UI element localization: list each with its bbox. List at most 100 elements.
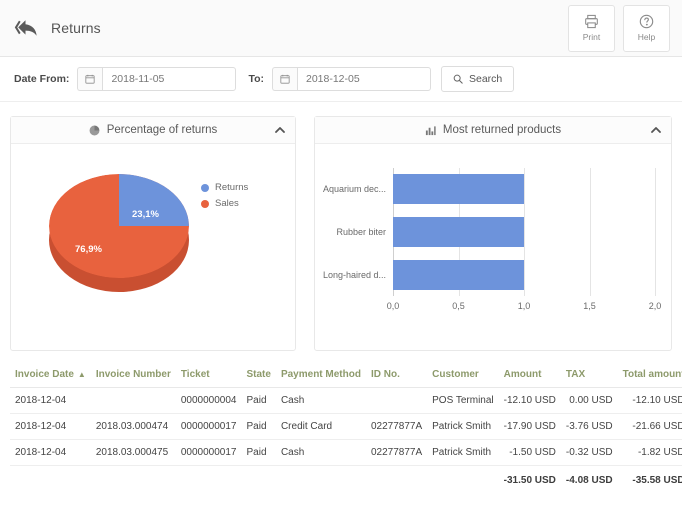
cell-customer[interactable]: Patrick Smith <box>427 439 499 466</box>
back-arrow-icon[interactable] <box>14 16 40 40</box>
cell-invoice-date: 2018-12-04 <box>10 439 91 466</box>
totals-spacer <box>242 466 276 494</box>
bar-panel-title: Most returned products <box>442 124 562 136</box>
date-from-label: Date From: <box>14 73 70 85</box>
pie-panel-title-group: Percentage of returns <box>89 124 217 136</box>
cell-amount: -17.90 USD <box>498 413 561 440</box>
bar-chart-tick-label: 0,5 <box>452 301 465 311</box>
cell-ticket: 0000000004 <box>175 387 242 414</box>
bar-chart-plot: Aquarium dec... Rubber biter Long-haired… <box>323 168 656 296</box>
pie-slice-label-returns: 23,1% <box>132 209 159 220</box>
bar-chart-icon <box>425 125 436 136</box>
cell-id-no: 02277877A <box>365 413 428 440</box>
col-state[interactable]: State <box>241 365 276 388</box>
date-from-input[interactable] <box>102 67 237 91</box>
cell-tax: -0.32 USD <box>560 439 618 466</box>
bar-panel-body: Aquarium dec... Rubber biter Long-haired… <box>315 144 671 350</box>
bar-chart: Aquarium dec... Rubber biter Long-haired… <box>315 144 671 350</box>
bar-chart-gridline <box>655 168 656 296</box>
bar-chart-series: Aquarium dec... Rubber biter Long-haired… <box>323 168 655 296</box>
legend-swatch-sales <box>201 199 209 208</box>
cell-invoice-number[interactable]: 2018.03.000475 <box>90 439 176 466</box>
totals-amount: -31.50 USD <box>503 475 556 486</box>
col-payment-method[interactable]: Payment Method <box>275 365 366 388</box>
calendar-icon[interactable] <box>271 67 297 91</box>
col-invoice-number[interactable]: Invoice Number <box>90 365 176 388</box>
col-total-amount[interactable]: Total amount <box>617 365 682 388</box>
bar-chart-x-axis: 0,0 0,5 1,0 1,5 2,0 <box>387 301 662 313</box>
col-id-no[interactable]: ID No. <box>365 365 428 388</box>
search-button[interactable]: Search <box>440 66 515 92</box>
totals-spacer <box>366 466 427 494</box>
help-button-label: Help <box>637 32 656 42</box>
back-navigation[interactable]: Returns <box>14 16 101 40</box>
chevron-up-icon[interactable] <box>650 124 662 136</box>
cell-amount: -1.50 USD <box>498 439 561 466</box>
pie-slice-label-sales: 76,9% <box>75 244 102 255</box>
filter-bar: Date From: To: <box>0 57 682 102</box>
table-totals-row: -31.50 USD -4.08 USD -35.58 USD <box>10 466 682 494</box>
bar-chart-tick-label: 0,0 <box>386 301 400 311</box>
cell-tax: 0.00 USD <box>560 387 618 414</box>
legend-item-returns: Returns <box>201 182 248 193</box>
cell-payment-method: Credit Card <box>275 413 366 440</box>
bar-category-label: Long-haired d... <box>322 269 386 280</box>
calendar-icon[interactable] <box>77 67 103 91</box>
table-row[interactable]: 2018-12-04 2018.03.000474 0000000017 Pai… <box>10 413 682 440</box>
returns-table: Invoice Date ▲ Invoice Number Ticket Stat… <box>10 365 682 493</box>
cell-id-no <box>365 387 428 414</box>
pie-panel-header: Percentage of returns <box>11 117 295 144</box>
col-invoice-date-label: Invoice Date <box>15 369 74 380</box>
charts-row: Percentage of returns 23,1% 76,9% Return… <box>0 102 682 351</box>
app-header: Returns Print Help <box>0 0 682 57</box>
chevron-up-icon[interactable] <box>274 124 286 136</box>
cell-customer[interactable]: Patrick Smith <box>427 413 499 440</box>
bar-category-label: Aquarium dec... <box>322 184 386 195</box>
cell-invoice-number[interactable] <box>90 387 176 414</box>
table-row[interactable]: 2018-12-04 0000000004 Paid Cash POS Term… <box>10 387 682 414</box>
legend-label-sales: Sales <box>215 198 239 209</box>
pie-legend: Returns Sales <box>201 182 248 214</box>
cell-state: Paid <box>241 387 276 414</box>
date-to-label: To: <box>248 73 264 85</box>
cell-state: Paid <box>241 439 276 466</box>
cell-id-no: 02277877A <box>365 439 428 466</box>
printer-icon <box>584 14 599 29</box>
help-button[interactable]: Help <box>623 4 670 52</box>
cell-tax: -3.76 USD <box>560 413 618 440</box>
returns-table-body: 2018-12-04 0000000004 Paid Cash POS Term… <box>10 387 682 494</box>
col-amount[interactable]: Amount <box>498 365 561 388</box>
table-row[interactable]: 2018-12-04 2018.03.000475 0000000017 Pai… <box>10 439 682 466</box>
col-tax[interactable]: TAX <box>560 365 618 388</box>
cell-total: -12.10 USD <box>617 387 682 414</box>
bar-chart-row: Aquarium dec... <box>323 174 655 205</box>
cell-total: -21.66 USD <box>617 413 682 440</box>
cell-payment-method: Cash <box>275 439 366 466</box>
percentage-of-returns-panel: Percentage of returns 23,1% 76,9% Return… <box>10 116 296 351</box>
cell-payment-method: Cash <box>275 387 366 414</box>
bar-category-label: Rubber biter <box>336 226 386 237</box>
bar-chart-tick-label: 1,5 <box>583 301 596 311</box>
returns-table-head: Invoice Date ▲ Invoice Number Ticket Stat… <box>10 365 682 388</box>
bar-chart-tick-label: 1,0 <box>517 301 531 311</box>
bar-panel-title-group: Most returned products <box>425 124 561 136</box>
date-to-group <box>271 67 431 91</box>
totals-total: -35.58 USD <box>632 475 682 486</box>
bar-chart-row: Long-haired d... <box>323 259 655 290</box>
cell-customer[interactable]: POS Terminal <box>427 387 499 414</box>
totals-tax: -4.08 USD <box>565 475 613 486</box>
legend-item-sales: Sales <box>201 198 248 209</box>
col-ticket[interactable]: Ticket <box>175 365 242 388</box>
col-invoice-date[interactable]: Invoice Date ▲ <box>10 365 91 388</box>
header-actions: Print Help <box>568 4 670 52</box>
cell-total: -1.82 USD <box>617 439 682 466</box>
totals-spacer <box>176 466 242 494</box>
pie-chart-face <box>49 174 189 278</box>
print-button[interactable]: Print <box>568 4 615 52</box>
col-customer[interactable]: Customer <box>427 365 499 388</box>
date-to-input[interactable] <box>296 67 431 91</box>
cell-ticket: 0000000017 <box>175 413 242 440</box>
pie-chart-icon <box>89 125 100 136</box>
cell-invoice-number[interactable]: 2018.03.000474 <box>90 413 176 440</box>
sort-caret-icon: ▲ <box>77 369 86 379</box>
